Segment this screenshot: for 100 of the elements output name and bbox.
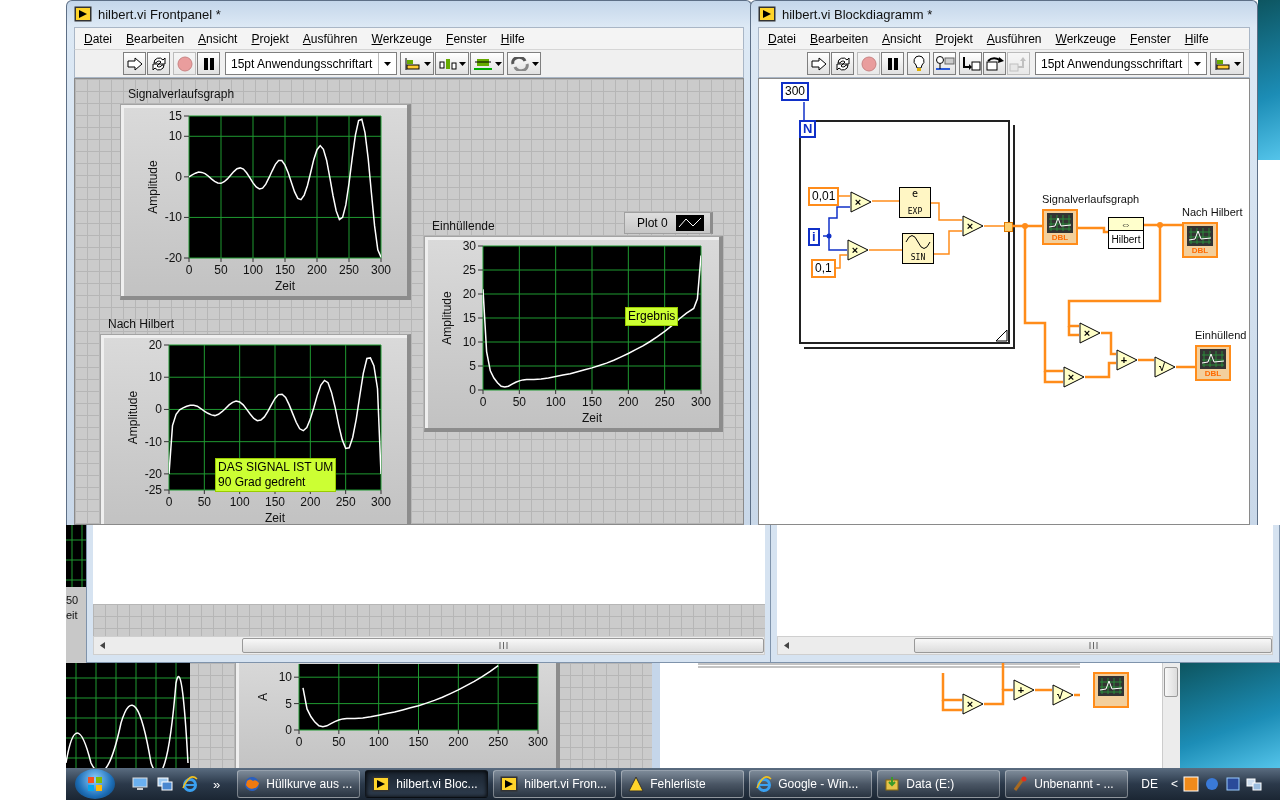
menu-item[interactable]: Werkzeuge bbox=[1048, 31, 1124, 46]
function-symbol: e bbox=[912, 189, 918, 199]
menu-item[interactable]: Bearbeiten bbox=[119, 31, 192, 46]
dropdown-button[interactable] bbox=[1210, 52, 1244, 75]
loop-corner-icon bbox=[996, 330, 1008, 342]
start-button[interactable] bbox=[75, 769, 115, 799]
indicator-label: Nach Hilbert bbox=[1182, 206, 1243, 218]
taskbar-button[interactable]: hilbert.vi Fron... bbox=[493, 770, 617, 798]
pause-icon bbox=[202, 56, 215, 71]
window-title: hilbert.vi Blockdiagramm * bbox=[782, 6, 933, 22]
operator-node: √ bbox=[1052, 684, 1074, 706]
font-dropdown[interactable]: 15pt Anwendungsschriftart bbox=[225, 52, 397, 75]
scrollbar-thumb[interactable] bbox=[1164, 667, 1178, 697]
tick-label: 25 bbox=[462, 263, 476, 277]
toolbar-button[interactable] bbox=[147, 52, 170, 75]
tray-app-icon bbox=[1224, 776, 1241, 792]
dropdown-button[interactable] bbox=[400, 52, 434, 75]
menu-item[interactable]: Fenster bbox=[1123, 31, 1178, 46]
loop-terminal: N bbox=[799, 120, 817, 138]
operator-node: × bbox=[847, 239, 869, 261]
tick-label: 15 bbox=[168, 109, 182, 123]
tick-label: 5 bbox=[469, 359, 476, 373]
paintbrush-icon bbox=[1012, 776, 1029, 792]
warning-icon bbox=[628, 776, 645, 792]
vi-icon bbox=[758, 6, 776, 22]
operator-node: × bbox=[962, 215, 984, 237]
taskbar-button[interactable]: Unbenannt - ... bbox=[1005, 770, 1129, 798]
tick-label: 250 bbox=[335, 495, 356, 509]
toolbar-button[interactable] bbox=[907, 52, 930, 75]
toolbar-button[interactable] bbox=[831, 52, 854, 75]
menu-item[interactable]: Projekt bbox=[244, 31, 296, 46]
menu-item[interactable]: Fenster bbox=[439, 31, 494, 46]
globe-fox-icon bbox=[244, 776, 261, 792]
menu-item[interactable]: Hilfe bbox=[493, 31, 532, 46]
step-into-icon bbox=[960, 55, 981, 72]
toolbar-button[interactable] bbox=[933, 52, 956, 75]
dropdown-button[interactable] bbox=[435, 52, 469, 75]
axis-title: Amplitude bbox=[146, 160, 160, 214]
menu-item[interactable]: Ansicht bbox=[191, 31, 245, 46]
toolbar-button[interactable] bbox=[807, 52, 830, 75]
menu-item[interactable]: Werkzeuge bbox=[364, 31, 440, 46]
vi-icon bbox=[74, 6, 92, 22]
menu-item[interactable]: Datei bbox=[761, 31, 804, 46]
cycle-arrows-icon bbox=[150, 55, 167, 72]
tick-label: 150 bbox=[275, 263, 295, 277]
operator-node: × bbox=[962, 693, 984, 715]
grip-icon bbox=[498, 642, 508, 649]
wire-junction bbox=[1022, 223, 1028, 229]
indicator-label: Signalverlaufsgraph bbox=[1042, 193, 1140, 205]
menu-item[interactable]: Ansicht bbox=[875, 31, 929, 46]
dropdown-button[interactable] bbox=[470, 52, 504, 75]
font-dropdown[interactable]: 15pt Anwendungsschriftart bbox=[1035, 52, 1207, 75]
scrollbar-thumb[interactable] bbox=[914, 638, 1272, 653]
dropdown-button[interactable] bbox=[507, 52, 541, 75]
menu-item[interactable]: Projekt bbox=[928, 31, 980, 46]
menu-item[interactable]: Bearbeiten bbox=[803, 31, 876, 46]
distribute-objects-icon bbox=[438, 56, 457, 71]
menu-item[interactable]: Ausführen bbox=[979, 31, 1049, 46]
toolbar-button[interactable] bbox=[983, 52, 1006, 75]
taskbar-button[interactable]: hilbert.vi Bloc... bbox=[365, 770, 489, 798]
axis-title: Amplitude bbox=[126, 390, 140, 445]
axis-title: Zeit bbox=[582, 411, 602, 425]
tick-label: 150 bbox=[265, 495, 285, 509]
tick-label: 250 bbox=[654, 395, 675, 409]
toolbar-button[interactable] bbox=[197, 52, 220, 75]
wire bbox=[868, 249, 903, 251]
probe-icon bbox=[934, 55, 955, 72]
tick-label: 0 bbox=[469, 383, 476, 397]
tick-label: 100 bbox=[545, 395, 566, 409]
caret-icon bbox=[531, 61, 539, 66]
tick-label: -10 bbox=[144, 434, 162, 449]
light-bulb-icon bbox=[912, 55, 925, 72]
tick-label: 300 bbox=[371, 263, 391, 277]
graph-icon bbox=[1047, 213, 1073, 233]
toolbar-button[interactable] bbox=[123, 52, 146, 75]
tick-label: 30 bbox=[462, 239, 476, 253]
toolbar-button[interactable] bbox=[881, 52, 904, 75]
menu-item[interactable]: Datei bbox=[77, 31, 120, 46]
scrollbar-thumb[interactable] bbox=[242, 638, 764, 653]
taskbar-button[interactable]: Hüllkurve aus ... bbox=[237, 770, 361, 798]
tick-label: 300 bbox=[528, 735, 548, 749]
language-indicator[interactable]: DE bbox=[1141, 777, 1158, 791]
tray-expand-button[interactable]: < bbox=[1170, 777, 1178, 791]
menu-item[interactable]: Ausführen bbox=[295, 31, 365, 46]
caret-icon bbox=[1194, 61, 1201, 66]
menu-item[interactable]: Hilfe bbox=[1177, 31, 1216, 46]
taskbar-button[interactable]: Fehlerliste bbox=[621, 770, 745, 798]
loop-terminal: i bbox=[808, 228, 820, 246]
wire bbox=[1101, 331, 1116, 356]
taskbar-button[interactable]: Google - Win... bbox=[749, 770, 873, 798]
browser-e-icon bbox=[756, 776, 773, 792]
wire bbox=[803, 101, 805, 121]
tick-label: 10 bbox=[148, 370, 162, 385]
tick-label: 250 bbox=[339, 263, 359, 277]
left-arrow-icon bbox=[783, 642, 789, 649]
more-button[interactable]: » bbox=[213, 776, 221, 792]
cycle-arrows-icon bbox=[834, 55, 851, 72]
taskbar-button[interactable]: Data (E:) bbox=[877, 770, 1001, 798]
toolbar-button[interactable] bbox=[959, 52, 982, 75]
windows-logo-icon bbox=[87, 776, 103, 792]
